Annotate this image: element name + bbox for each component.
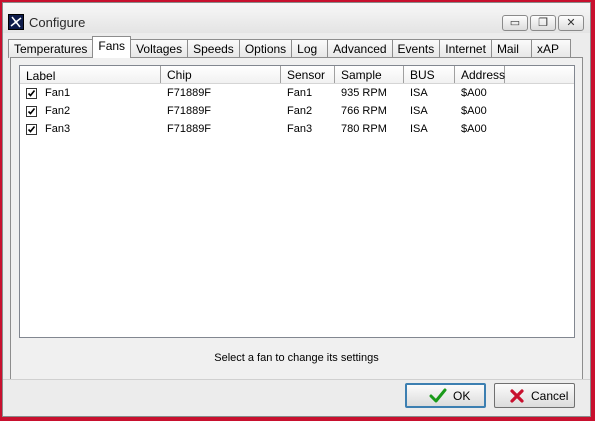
fan-app-icon [8,14,24,30]
check-icon [429,388,447,403]
fan-bus: ISA [410,123,428,135]
fan-address: $A00 [461,87,487,99]
fan-label: Fan1 [45,87,71,99]
tab-xap[interactable]: xAP [530,39,571,58]
fan-chip: F71889F [167,87,212,99]
window-title: Configure [29,15,86,30]
tab-advanced[interactable]: Advanced [327,39,393,58]
table-row[interactable]: Fan3 F71889F Fan3 780 RPM ISA $A00 [20,120,574,138]
fan-sensor: Fan1 [287,87,313,99]
cancel-label: Cancel [531,388,569,403]
title-bar[interactable]: Configure ▭ ❐ ✕ [3,3,590,33]
fan-label: Fan2 [45,105,71,117]
fans-panel: Label Chip Sensor Sample BUS Address Fan… [10,57,583,380]
fan-sensor: Fan3 [287,123,313,135]
tab-events[interactable]: Events [391,39,441,58]
table-row[interactable]: Fan2 F71889F Fan2 766 RPM ISA $A00 [20,102,574,120]
column-header-bus[interactable]: BUS [404,66,455,83]
button-bar-divider [3,379,590,380]
column-header-address[interactable]: Address [455,66,505,83]
fan-sample: 935 RPM [341,87,387,99]
fan-enabled-checkbox[interactable] [26,123,37,135]
tab-log[interactable]: Log [291,39,329,58]
fan-chip: F71889F [167,123,212,135]
close-icon: ✕ [566,16,576,29]
status-message: Select a fan to change its settings [214,352,379,364]
ok-button[interactable]: OK [405,383,486,408]
tab-fans[interactable]: Fans [92,36,132,58]
fan-label: Fan3 [45,123,71,135]
fan-chip: F71889F [167,105,212,117]
fan-enabled-checkbox[interactable] [26,105,37,117]
tab-options[interactable]: Options [238,39,293,58]
column-header-sample[interactable]: Sample [335,66,404,83]
ok-label: OK [453,388,471,403]
fan-sensor: Fan2 [287,105,313,117]
tab-temperatures[interactable]: Temperatures [8,39,94,58]
tab-internet[interactable]: Internet [439,39,492,58]
tab-speeds[interactable]: Speeds [187,39,240,58]
minimize-button[interactable]: ▭ [502,15,528,31]
tab-strip: Temperatures Fans Voltages Speeds Option… [8,36,571,58]
table-row[interactable]: Fan1 F71889F Fan1 935 RPM ISA $A00 [20,84,574,102]
fan-bus: ISA [410,87,428,99]
fan-address: $A00 [461,123,487,135]
fan-bus: ISA [410,105,428,117]
column-header-chip[interactable]: Chip [161,66,281,83]
column-header-label[interactable]: Label [20,66,161,83]
tab-voltages[interactable]: Voltages [130,39,189,58]
close-button[interactable]: ✕ [558,15,584,31]
fan-sample: 766 RPM [341,105,387,117]
column-header-sensor[interactable]: Sensor [281,66,335,83]
fan-enabled-checkbox[interactable] [26,87,37,99]
fan-list-header: Label Chip Sensor Sample BUS Address [20,66,574,84]
restore-icon: ❐ [538,16,548,29]
fan-address: $A00 [461,105,487,117]
restore-button[interactable]: ❐ [530,15,556,31]
minimize-icon: ▭ [509,16,521,29]
x-icon [509,388,525,404]
fan-list[interactable]: Label Chip Sensor Sample BUS Address Fan… [19,65,575,338]
configure-window: Configure ▭ ❐ ✕ Temperatures Fans Voltag… [2,2,591,417]
fan-sample: 780 RPM [341,123,387,135]
cancel-button[interactable]: Cancel [494,383,575,408]
tab-mail[interactable]: Mail [490,39,532,58]
